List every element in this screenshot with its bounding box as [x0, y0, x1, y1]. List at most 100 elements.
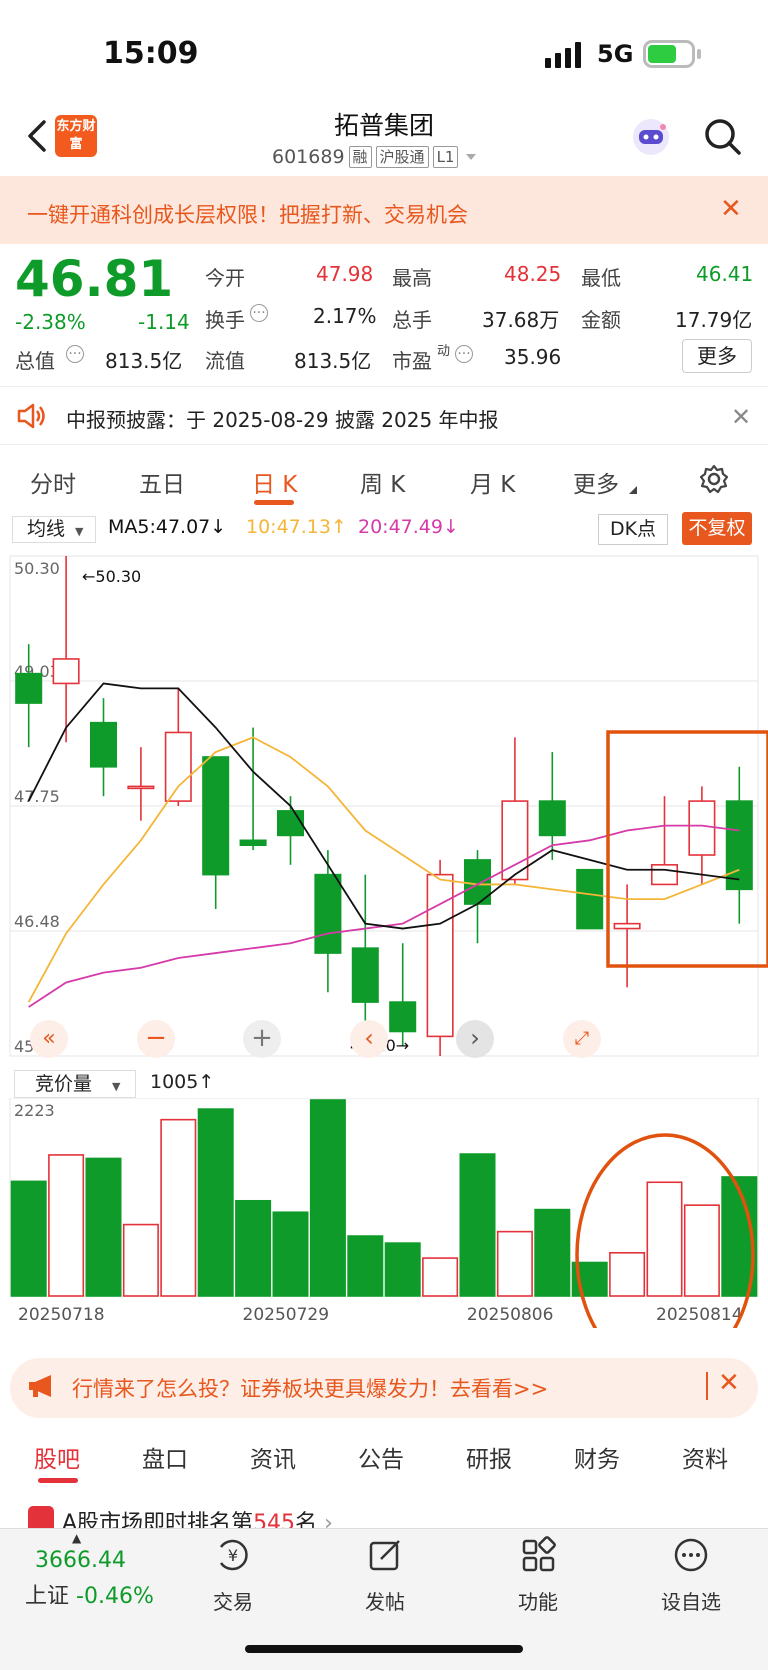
more-button[interactable]: 更多 [682, 339, 752, 373]
megaphone-icon [29, 1375, 51, 1397]
status-time: 15:09 [103, 36, 199, 71]
candle-down [276, 810, 305, 837]
ad-text[interactable]: 行情来了怎么投？证券板块更具爆发力！去看看>> [72, 1373, 548, 1403]
pe-label: 市盈 [392, 349, 432, 373]
tag-connect: 沪股通 [375, 146, 429, 168]
nav-trade[interactable]: ¥ 交易 [178, 1535, 288, 1615]
max-price-label: ←50.30 [82, 567, 141, 586]
candle-down [15, 672, 43, 704]
volume-bar-down [85, 1157, 122, 1297]
high-value: 48.25 [504, 262, 562, 286]
nav-functions-label: 功能 [518, 1590, 558, 1614]
nav-trade-label: 交易 [213, 1590, 253, 1614]
tab-daily-k[interactable]: 日 K [252, 465, 297, 499]
edit-icon [369, 1540, 400, 1571]
ad-close-icon[interactable]: ✕ [718, 1368, 740, 1398]
info-icon[interactable]: ··· [250, 304, 268, 322]
candle-up [613, 922, 641, 930]
tab-five-day[interactable]: 五日 [139, 465, 185, 499]
tab-intraday[interactable]: 分时 [30, 465, 76, 499]
tab-weekly-k[interactable]: 周 K [360, 465, 405, 499]
tab-financials[interactable]: 财务 [574, 1440, 620, 1474]
volume-frame [9, 1098, 759, 1297]
battery-cap [697, 49, 701, 59]
float-cap-label: 流值 [205, 349, 245, 373]
promo-text[interactable]: 一键开通科创成长层权限！把握打新、交易机会 [27, 199, 468, 229]
volume-bar-up [48, 1154, 85, 1297]
volume-bar-down [10, 1180, 47, 1297]
promo-close-icon[interactable]: ✕ [720, 194, 742, 224]
low-label: 最低 [581, 266, 621, 290]
info-icon[interactable]: ··· [66, 345, 84, 363]
ma-select[interactable]: 均线 ▼ [12, 516, 96, 543]
candle-down [202, 756, 230, 876]
info-icon[interactable]: ··· [455, 345, 473, 363]
y-tick-label: 50.30 [14, 559, 60, 578]
battery-icon [643, 40, 695, 68]
market-cap-value: 813.5亿 [105, 349, 183, 373]
trade-icon: ¥ [219, 1539, 248, 1571]
signal-icon [545, 42, 581, 68]
divider [0, 444, 768, 445]
tab-research[interactable]: 研报 [466, 1440, 512, 1474]
nav-post[interactable]: 发帖 [330, 1535, 440, 1615]
index-value[interactable]: 3666.44 [35, 1548, 126, 1573]
tab-forum[interactable]: 股吧 [34, 1440, 80, 1474]
volume-bar-down [272, 1211, 309, 1297]
pe-value: 35.96 [504, 345, 562, 369]
volume-bar-down [235, 1199, 272, 1297]
date-label: 20250718 [18, 1305, 105, 1325]
minus-icon[interactable]: − [137, 1020, 175, 1058]
chevron-left-icon[interactable]: ‹ [350, 1020, 388, 1058]
settings-gear-icon[interactable] [699, 464, 729, 494]
dk-point-button[interactable]: DK点 [598, 514, 668, 545]
stock-code-line[interactable]: 601689 融 沪股通 L1 [272, 146, 480, 168]
y-tick-label: 47.75 [14, 787, 60, 806]
svg-text:¥: ¥ [228, 1546, 238, 1565]
date-label: 20250729 [243, 1305, 330, 1325]
nav-functions[interactable]: 功能 [483, 1535, 593, 1615]
candle-up [688, 800, 716, 856]
candlestick-chart[interactable]: 50.3049.0347.7546.4845.20←50.3045.20→ [0, 548, 768, 1063]
ma5-value: MA5:47.07↓ [108, 516, 227, 538]
tab-news[interactable]: 资讯 [250, 1440, 296, 1474]
index-line[interactable]: 上证 -0.46% [25, 1578, 154, 1610]
tab-order-book[interactable]: 盘口 [142, 1440, 188, 1474]
speaker-icon [17, 403, 45, 429]
pe-sup: 动 [437, 344, 451, 359]
tag-level: L1 [432, 146, 459, 168]
volume-bar-down [384, 1242, 421, 1297]
volume-bar-up [160, 1118, 197, 1297]
plus-icon[interactable]: + [243, 1020, 281, 1058]
candle-down [314, 873, 342, 954]
no-adjust-button[interactable]: 不复权 [682, 512, 752, 545]
tab-monthly-k[interactable]: 月 K [470, 465, 515, 499]
notice-close-icon[interactable]: ✕ [731, 403, 751, 431]
notice-text[interactable]: 中报预披露：于 2025-08-29 披露 2025 年中报 [66, 404, 499, 433]
stock-code: 601689 [272, 146, 345, 168]
zoom-out-most-icon[interactable]: « [30, 1020, 68, 1058]
chevron-right-icon[interactable]: › [456, 1020, 494, 1058]
ma20-value: 20:47.49↓ [358, 516, 459, 538]
open-value: 47.98 [316, 262, 374, 286]
assistant-robot-icon[interactable] [630, 116, 672, 158]
tab-announcements[interactable]: 公告 [358, 1440, 404, 1474]
tab-profile[interactable]: 资料 [682, 1440, 728, 1474]
index-change: -0.46% [76, 1584, 154, 1609]
candle-up [164, 731, 192, 802]
tab-more[interactable]: 更多 [573, 465, 619, 499]
high-label: 最高 [392, 266, 432, 290]
volume-bar-up [122, 1223, 159, 1297]
candle-up [127, 785, 155, 790]
volume-max-label: 2223 [14, 1101, 55, 1120]
expand-icon[interactable]: ⤢ [563, 1020, 601, 1058]
nav-add-watchlist[interactable]: 设自选 [636, 1535, 746, 1615]
apps-icon [522, 1536, 556, 1572]
change-amount: -1.14 [138, 310, 190, 334]
change-percent: -2.38% [15, 310, 86, 334]
volume-select[interactable]: 竞价量 ▼ [14, 1070, 136, 1098]
volume-chart[interactable]: 2223 20250718 20250729 20250806 20250814 [0, 1098, 768, 1328]
active-tab-underline [254, 500, 294, 505]
search-icon[interactable] [702, 116, 744, 158]
candle-down [239, 839, 267, 847]
